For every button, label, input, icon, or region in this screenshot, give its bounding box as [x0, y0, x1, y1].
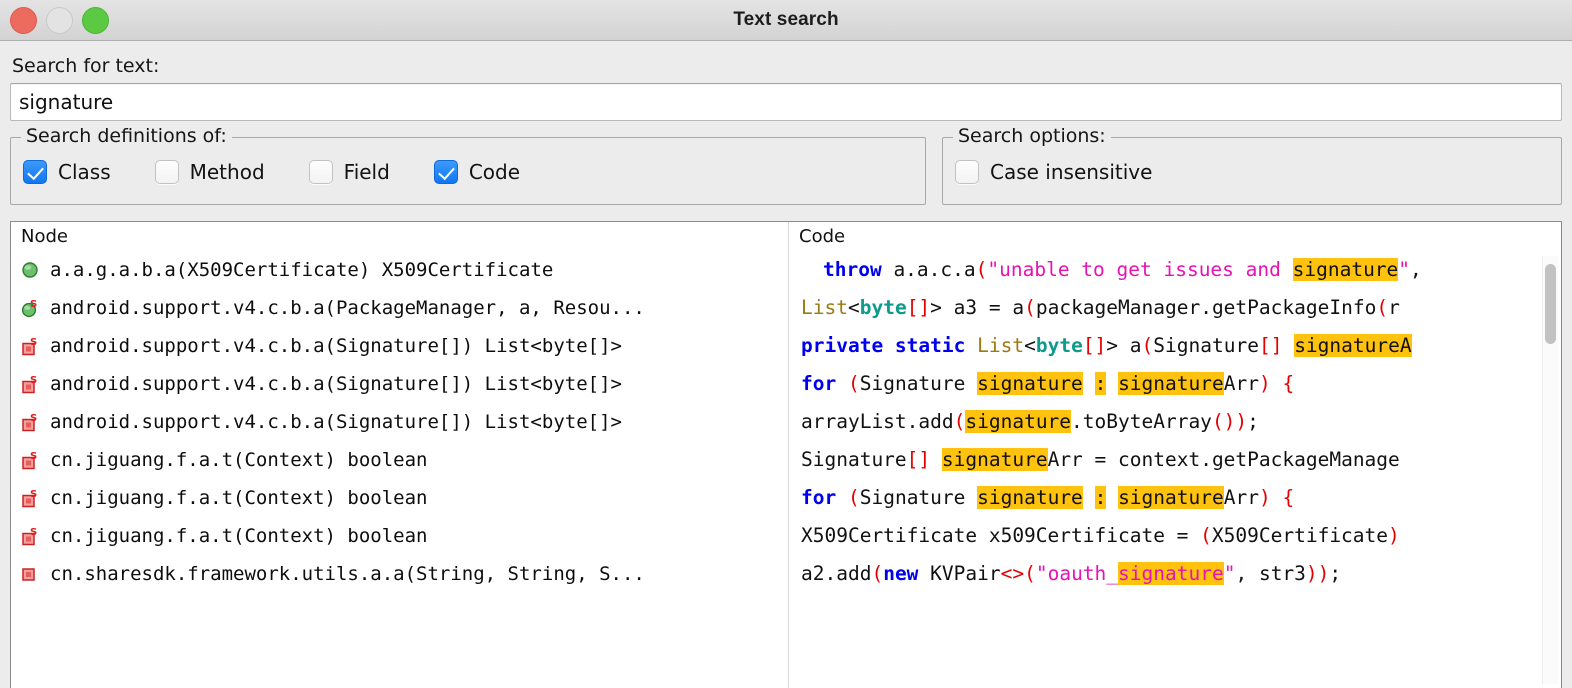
node-results-pane: Node a.a.g.a.b.a(X509Certificate) X509Ce…: [11, 222, 788, 688]
code-vertical-scrollbar[interactable]: [1542, 256, 1558, 684]
red-square-static-icon: S: [21, 335, 41, 357]
red-square-icon: [21, 563, 41, 585]
node-column-header: Node: [11, 222, 788, 251]
code-line[interactable]: a2.add(new KVPair<>("oauth_signature", s…: [801, 555, 1561, 593]
options-groups: Search definitions of: Class Method Fiel…: [10, 125, 1562, 205]
checkbox-field-label: Field: [343, 160, 390, 184]
dialog-content: Search for text: Search definitions of: …: [0, 41, 1572, 688]
table-row[interactable]: S cn.jiguang.f.a.t(Context) boolean: [11, 517, 788, 555]
checkbox-field-box[interactable]: [308, 160, 333, 184]
red-square-static-icon: S: [21, 449, 41, 471]
table-row[interactable]: S android.support.v4.c.b.a(PackageManage…: [11, 289, 788, 327]
table-row[interactable]: S cn.jiguang.f.a.t(Context) boolean: [11, 479, 788, 517]
title-bar: Text search: [0, 0, 1572, 41]
text-search-window: Text search Search for text: Search defi…: [0, 0, 1572, 688]
search-definitions-title: Search definitions of:: [21, 125, 232, 147]
svg-text:S: S: [30, 299, 37, 310]
search-definitions-group: Search definitions of: Class Method Fiel…: [10, 125, 926, 205]
code-line[interactable]: arrayList.add(signature.toByteArray());: [801, 403, 1561, 441]
code-line[interactable]: List<byte[]> a3 = a(packageManager.getPa…: [801, 289, 1561, 327]
node-label: cn.jiguang.f.a.t(Context) boolean: [50, 525, 428, 547]
node-label: a.a.g.a.b.a(X509Certificate) X509Certifi…: [50, 259, 554, 281]
maximize-window-button[interactable]: [82, 6, 109, 34]
node-label: android.support.v4.c.b.a(PackageManager,…: [50, 297, 645, 319]
checkbox-method[interactable]: Method: [154, 160, 265, 184]
node-label: android.support.v4.c.b.a(Signature[]) Li…: [50, 373, 622, 395]
close-window-button[interactable]: [10, 6, 37, 34]
node-rows-list[interactable]: a.a.g.a.b.a(X509Certificate) X509Certifi…: [11, 251, 788, 688]
search-options-title: Search options:: [953, 125, 1111, 147]
red-square-static-icon: S: [21, 525, 41, 547]
red-square-static-icon: S: [21, 373, 41, 395]
red-square-static-icon: S: [21, 411, 41, 433]
search-label-row: Search for text:: [10, 41, 1562, 83]
checkbox-method-box[interactable]: [154, 160, 179, 184]
checkbox-code-box[interactable]: [433, 160, 458, 184]
checkbox-code[interactable]: Code: [433, 160, 521, 184]
checkbox-code-label: Code: [468, 160, 521, 184]
checkbox-field[interactable]: Field: [308, 160, 390, 184]
node-label: cn.jiguang.f.a.t(Context) boolean: [50, 487, 428, 509]
code-line[interactable]: X509Certificate x509Certificate = (X509C…: [801, 517, 1561, 555]
table-row[interactable]: S android.support.v4.c.b.a(Signature[]) …: [11, 327, 788, 365]
table-row[interactable]: a.a.g.a.b.a(X509Certificate) X509Certifi…: [11, 251, 788, 289]
svg-text:S: S: [30, 489, 37, 500]
checkbox-class-box[interactable]: [23, 160, 47, 184]
checkbox-case-insensitive[interactable]: Case insensitive: [955, 160, 1152, 184]
results-split-pane: Node a.a.g.a.b.a(X509Certificate) X509Ce…: [10, 221, 1562, 688]
search-for-text-label: Search for text:: [12, 55, 160, 77]
search-input[interactable]: [10, 83, 1562, 121]
definitions-checkbox-row: Class Method Field Code: [23, 154, 913, 190]
options-checkbox-row: Case insensitive: [955, 154, 1549, 190]
svg-text:S: S: [30, 527, 37, 538]
green-sphere-static-icon: S: [21, 297, 41, 319]
code-line[interactable]: for (Signature signature : signatureArr)…: [801, 479, 1561, 517]
code-line[interactable]: Signature[] signatureArr = context.getPa…: [801, 441, 1561, 479]
code-results-pane: Code throw a.a.c.a("unable to get issues…: [788, 222, 1561, 688]
checkbox-class[interactable]: Class: [23, 160, 111, 184]
code-scrollbar-thumb[interactable]: [1545, 264, 1556, 344]
code-line[interactable]: throw a.a.c.a("unable to get issues and …: [801, 251, 1561, 289]
node-label: cn.sharesdk.framework.utils.a.a(String, …: [50, 563, 645, 585]
window-title: Text search: [733, 9, 839, 30]
traffic-light-group: [10, 6, 109, 34]
table-row[interactable]: cn.sharesdk.framework.utils.a.a(String, …: [11, 555, 788, 593]
node-label: android.support.v4.c.b.a(Signature[]) Li…: [50, 411, 622, 433]
svg-text:S: S: [30, 451, 37, 462]
code-column-header: Code: [789, 222, 1561, 251]
checkbox-class-label: Class: [58, 160, 111, 184]
checkbox-method-label: Method: [189, 160, 265, 184]
table-row[interactable]: S android.support.v4.c.b.a(Signature[]) …: [11, 403, 788, 441]
code-line[interactable]: for (Signature signature : signatureArr)…: [801, 365, 1561, 403]
svg-text:S: S: [30, 337, 37, 348]
search-options-group: Search options: Case insensitive: [942, 125, 1562, 205]
minimize-window-button[interactable]: [46, 6, 73, 34]
code-line[interactable]: private static List<byte[]> a(Signature[…: [801, 327, 1561, 365]
green-sphere-icon: [21, 259, 41, 281]
svg-text:S: S: [30, 413, 37, 424]
code-rows-list[interactable]: throw a.a.c.a("unable to get issues and …: [789, 251, 1561, 688]
svg-text:S: S: [30, 375, 37, 386]
node-label: android.support.v4.c.b.a(Signature[]) Li…: [50, 335, 622, 357]
checkbox-case-insensitive-box[interactable]: [955, 160, 979, 184]
node-label: cn.jiguang.f.a.t(Context) boolean: [50, 449, 428, 471]
red-square-static-icon: S: [21, 487, 41, 509]
table-row[interactable]: S android.support.v4.c.b.a(Signature[]) …: [11, 365, 788, 403]
checkbox-case-insensitive-label: Case insensitive: [990, 160, 1153, 184]
table-row[interactable]: S cn.jiguang.f.a.t(Context) boolean: [11, 441, 788, 479]
